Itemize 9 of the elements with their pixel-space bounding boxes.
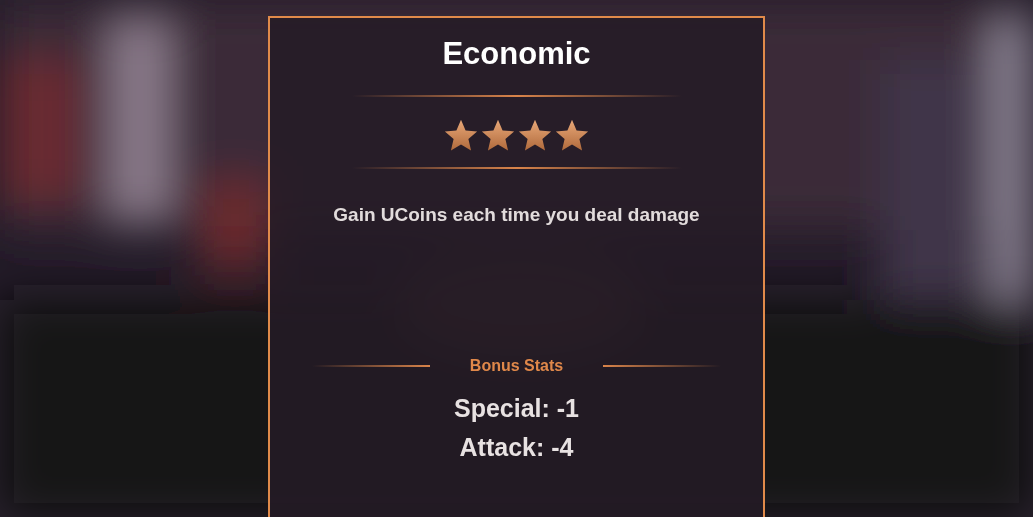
description: Gain UCoins each time you deal damage	[333, 203, 700, 227]
star-icon	[517, 119, 553, 153]
stat-text: Special: -1	[453, 395, 580, 421]
star-icon	[443, 119, 479, 153]
section-heading: Bonus Stats	[469, 355, 564, 376]
card-title: Economic	[442, 38, 591, 69]
star-icon	[554, 119, 590, 153]
stat-text: Attack: -4	[459, 434, 574, 460]
star-icon	[480, 119, 516, 153]
